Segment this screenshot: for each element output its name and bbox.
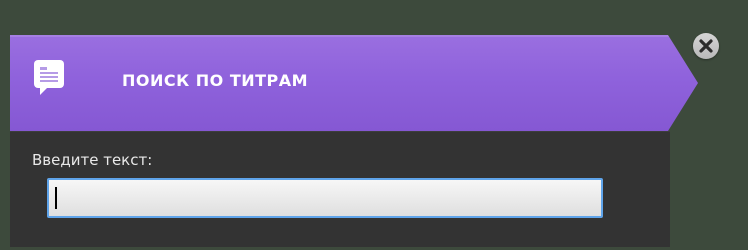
close-button[interactable]: [693, 33, 719, 59]
subtitle-icon: [33, 59, 65, 99]
text-cursor: [55, 187, 57, 209]
subtitle-search-dialog: ПОИСК ПО ТИТРАМ Введите текст:: [10, 35, 700, 247]
dialog-title: ПОИСК ПО ТИТРАМ: [122, 71, 309, 90]
search-text-label: Введите текст:: [32, 151, 153, 169]
dialog-header: ПОИСК ПО ТИТРАМ: [10, 35, 698, 131]
close-icon: [699, 39, 713, 53]
search-text-input[interactable]: [47, 178, 603, 218]
dialog-body: Введите текст:: [10, 131, 670, 247]
